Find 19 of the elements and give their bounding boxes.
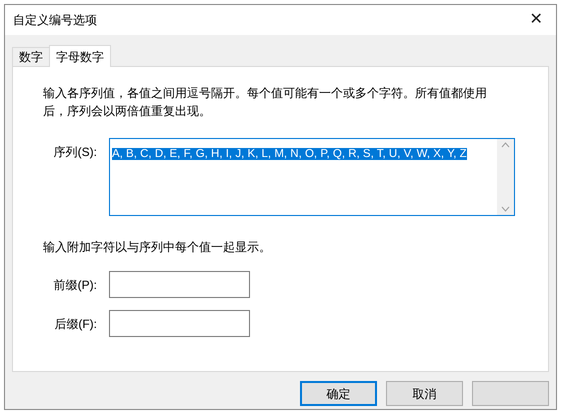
field-label: 后缀(F):: [53, 316, 98, 332]
tab[interactable]: 字母数字: [49, 45, 111, 67]
scrollbar[interactable]: [497, 139, 514, 215]
dialog-button[interactable]: 取消: [386, 381, 463, 406]
dialog-button[interactable]: [472, 381, 549, 406]
scroll-down-icon[interactable]: [501, 206, 510, 212]
dialog-button[interactable]: 确定: [300, 381, 377, 406]
scroll-up-icon[interactable]: [501, 142, 510, 148]
field-label: 序列(S):: [52, 144, 98, 161]
field-label: 前缀(P):: [52, 276, 98, 294]
tab[interactable]: 数字: [12, 47, 49, 66]
sequence-value: A, B, C, D, E, F, G, H, I, J, K, L, M, N, O, P, Q, R, S, T, U, V, W, X, Y, Z: [112, 148, 467, 160]
input-field[interactable]: [109, 271, 250, 298]
description-text: 输入各序列值，各值之间用逗号隔开。每个值可能有一个或多个字符。所有值都使用后，序列会以两倍值重复出现。: [43, 85, 488, 120]
input-field[interactable]: [109, 310, 250, 337]
close-button[interactable]: ✕: [516, 6, 556, 34]
window-title: 自定义编号选项: [13, 12, 97, 29]
sequence-field[interactable]: A, B, C, D, E, F, G, H, I, J, K, L, M, N, O, P, Q, R, S, T, U, V, W, X, Y, Z: [109, 138, 515, 216]
affix-hint: 输入附加字符以与序列中每个值一起显示。: [43, 239, 272, 256]
